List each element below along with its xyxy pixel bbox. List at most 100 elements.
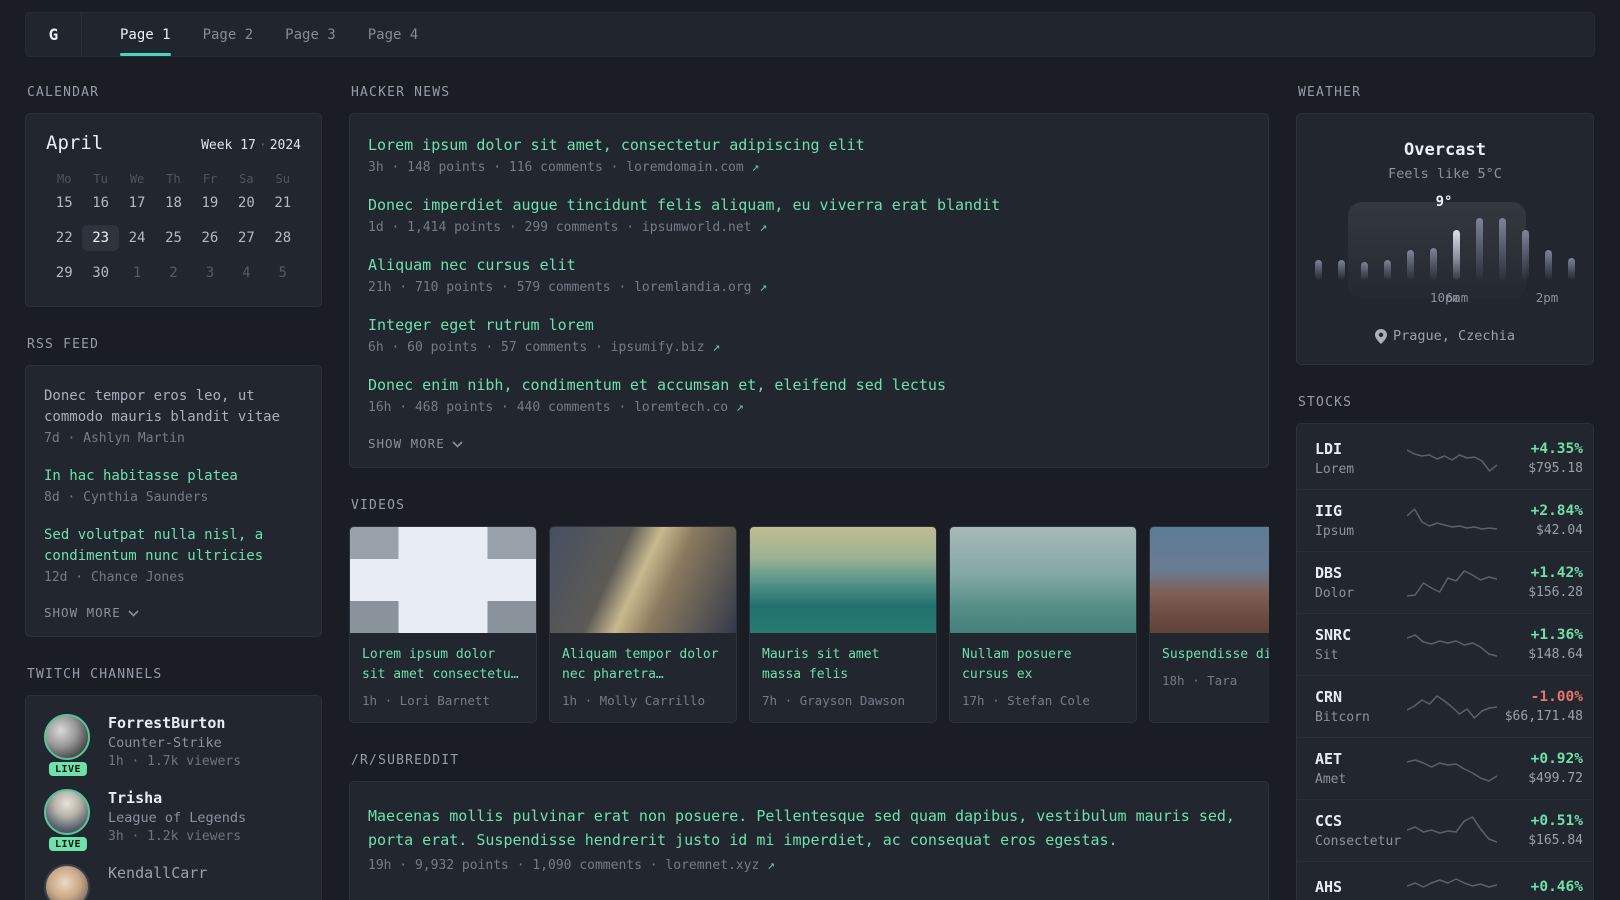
page-tab-label: Page 3 bbox=[285, 26, 336, 43]
stock-sparkline bbox=[1407, 507, 1497, 530]
external-link-icon[interactable]: ↗ bbox=[712, 340, 720, 355]
stock-row[interactable]: IIG Ipsum +2.84% $42.04 bbox=[1297, 489, 1593, 551]
video-title-link[interactable]: Mauris sit amet massa felis bbox=[762, 645, 924, 685]
hackernews-show-more-button[interactable]: SHOW MORE bbox=[368, 436, 1250, 451]
avatar[interactable] bbox=[44, 789, 90, 835]
weather-hour-bar bbox=[1315, 260, 1322, 280]
calendar-week: Week 17 bbox=[201, 138, 256, 153]
video-title-link[interactable]: Aliquam tempor dolor nec pharetra… bbox=[562, 645, 724, 685]
stock-sparkline bbox=[1407, 878, 1497, 888]
hackernews-item-meta-text: 3h · 148 points · 116 comments · loremdo… bbox=[368, 160, 744, 175]
calendar-day: 26 bbox=[201, 230, 219, 246]
external-link-icon[interactable]: ↗ bbox=[759, 220, 767, 235]
hackernews-item-link[interactable]: Aliquam nec cursus elit bbox=[368, 256, 1250, 274]
calendar-day: 28 bbox=[274, 230, 292, 246]
video-title-link[interactable]: Nullam posuere cursus ex bbox=[962, 645, 1124, 685]
weather-hour-label: 2pm bbox=[1535, 290, 1559, 305]
stock-row[interactable]: DBS Dolor +1.42% $156.28 bbox=[1297, 551, 1593, 613]
hackernews-item-link[interactable]: Integer eget rutrum lorem bbox=[368, 316, 1250, 334]
calendar-day: 23 bbox=[82, 225, 119, 251]
video-thumbnail[interactable] bbox=[1150, 527, 1269, 633]
calendar-day: 3 bbox=[205, 265, 215, 281]
external-link-icon[interactable]: ↗ bbox=[759, 280, 767, 295]
video-card: Nullam posuere cursus ex 17h · Stefan Co… bbox=[949, 526, 1137, 723]
chevron-down-icon bbox=[128, 610, 139, 617]
hackernews-item-link[interactable]: Donec enim nibh, condimentum et accumsan… bbox=[368, 376, 1250, 394]
chevron-down-icon bbox=[452, 441, 463, 448]
page-tab[interactable]: Page 4 bbox=[368, 13, 419, 56]
twitch-avatar-wrap: LIVE bbox=[44, 789, 92, 851]
rss-item-link[interactable]: Donec tempor eros leo, ut commodo mauris… bbox=[44, 386, 303, 428]
stock-name: Bitcorn bbox=[1315, 710, 1370, 725]
external-link-icon[interactable]: ↗ bbox=[767, 858, 775, 873]
stock-row[interactable]: CRN Bitcorn -1.00% $66,171.48 bbox=[1297, 675, 1593, 737]
stock-id: LDI Lorem bbox=[1315, 440, 1407, 477]
video-title-link[interactable]: Suspendisse diam bbox=[1162, 645, 1269, 665]
calendar-day: 19 bbox=[201, 195, 219, 211]
stock-row[interactable]: SNRC Sit +1.36% $148.64 bbox=[1297, 613, 1593, 675]
twitch-channel-name[interactable]: Trisha bbox=[108, 789, 246, 807]
hackernews-item-link[interactable]: Donec imperdiet augue tincidunt felis al… bbox=[368, 196, 1250, 214]
page-tabs: Page 1 Page 2 Page 3 Page 4 bbox=[82, 13, 434, 56]
external-link-icon[interactable]: ↗ bbox=[752, 160, 760, 175]
weather-bars bbox=[1315, 216, 1575, 280]
twitch-channel-meta: 3h · 1.2k viewers bbox=[108, 829, 242, 844]
calendar-day: 17 bbox=[128, 195, 146, 211]
stock-values: +0.92% $499.72 bbox=[1497, 751, 1583, 786]
stock-sparkline-wrap bbox=[1407, 444, 1497, 474]
rss-show-more-button[interactable]: SHOW MORE bbox=[44, 605, 303, 620]
twitch-channel-list: LIVE ForrestBurton Counter-Strike 1h · 1… bbox=[44, 714, 303, 900]
show-more-label: SHOW MORE bbox=[368, 436, 445, 451]
page-tab[interactable]: Page 1 bbox=[120, 13, 171, 56]
stock-percent-change: +2.84% bbox=[1530, 503, 1583, 519]
calendar-day: 15 bbox=[55, 195, 73, 211]
subreddit-post-link[interactable]: Maecenas mollis pulvinar erat non posuer… bbox=[368, 804, 1250, 852]
stock-row[interactable]: CCS Consectetur +0.51% $165.84 bbox=[1297, 799, 1593, 861]
video-thumbnail[interactable] bbox=[350, 527, 536, 633]
stock-row[interactable]: AET Amet +0.92% $499.72 bbox=[1297, 737, 1593, 799]
stock-name: Ipsum bbox=[1315, 524, 1355, 539]
app-logo[interactable]: G bbox=[26, 13, 82, 56]
rss-item-link[interactable]: In hac habitasse platea bbox=[44, 466, 303, 487]
hackernews-item-meta: 1d · 1,414 points · 299 comments · ipsum… bbox=[368, 220, 1250, 235]
external-link-icon[interactable]: ↗ bbox=[736, 400, 744, 415]
twitch-avatar-wrap: LIVE bbox=[44, 864, 92, 900]
rss-card: Donec tempor eros leo, ut commodo mauris… bbox=[25, 365, 322, 637]
page-tab[interactable]: Page 3 bbox=[285, 13, 336, 56]
video-card: Mauris sit amet massa felis 7h · Grayson… bbox=[749, 526, 937, 723]
stock-row[interactable]: LDI Lorem +4.35% $795.18 bbox=[1297, 428, 1593, 489]
weather-location: Prague, Czechia bbox=[1315, 328, 1575, 344]
page-tab[interactable]: Page 2 bbox=[203, 13, 254, 56]
video-thumbnail[interactable] bbox=[950, 527, 1136, 633]
stock-price: $499.72 bbox=[1528, 771, 1583, 786]
video-thumbnail[interactable] bbox=[750, 527, 936, 633]
stock-values: -1.00% $66,171.48 bbox=[1497, 689, 1583, 724]
weather-hour-bar bbox=[1361, 262, 1368, 280]
stock-values: +4.35% $795.18 bbox=[1497, 441, 1583, 476]
stock-sparkline bbox=[1407, 758, 1497, 782]
calendar-card: April Week 17 · 2024 Mo Tu We Th Fr Sa S… bbox=[25, 113, 322, 307]
twitch-channel-row: LIVE Trisha League of Legends 3h · 1.2k … bbox=[44, 789, 303, 851]
stock-ticker: CRN bbox=[1315, 688, 1343, 706]
avatar[interactable] bbox=[44, 714, 90, 760]
avatar[interactable] bbox=[44, 864, 90, 900]
twitch-channel-name[interactable]: KendallCarr bbox=[108, 864, 207, 882]
hackernews-section-title: HACKER NEWS bbox=[351, 85, 451, 100]
video-title-link[interactable]: Lorem ipsum dolor sit amet consectetu… bbox=[362, 645, 524, 685]
stock-price: $165.84 bbox=[1528, 833, 1583, 848]
rss-item-link[interactable]: Sed volutpat nulla nisl, a condimentum n… bbox=[44, 525, 303, 567]
hackernews-item-link[interactable]: Lorem ipsum dolor sit amet, consectetur … bbox=[368, 136, 1250, 154]
stock-values: +0.46% bbox=[1497, 879, 1583, 899]
live-badge: LIVE bbox=[48, 762, 88, 776]
page-tab-label: Page 4 bbox=[367, 26, 419, 43]
hackernews-item-meta-text: 16h · 468 points · 440 comments · loremt… bbox=[368, 400, 729, 415]
stock-values: +2.84% $42.04 bbox=[1497, 503, 1583, 538]
video-body: Lorem ipsum dolor sit amet consectetu… 1… bbox=[350, 633, 536, 722]
stock-values: +1.42% $156.28 bbox=[1497, 565, 1583, 600]
subreddit-post-meta: 19h · 9,932 points · 1,090 comments · lo… bbox=[368, 858, 1250, 873]
video-thumbnail[interactable] bbox=[550, 527, 736, 633]
twitch-channel-name[interactable]: ForrestBurton bbox=[108, 714, 241, 732]
weather-hour-bar bbox=[1338, 260, 1345, 280]
stock-sparkline bbox=[1407, 448, 1497, 472]
stock-row[interactable]: AHS +0.46% bbox=[1297, 861, 1593, 900]
